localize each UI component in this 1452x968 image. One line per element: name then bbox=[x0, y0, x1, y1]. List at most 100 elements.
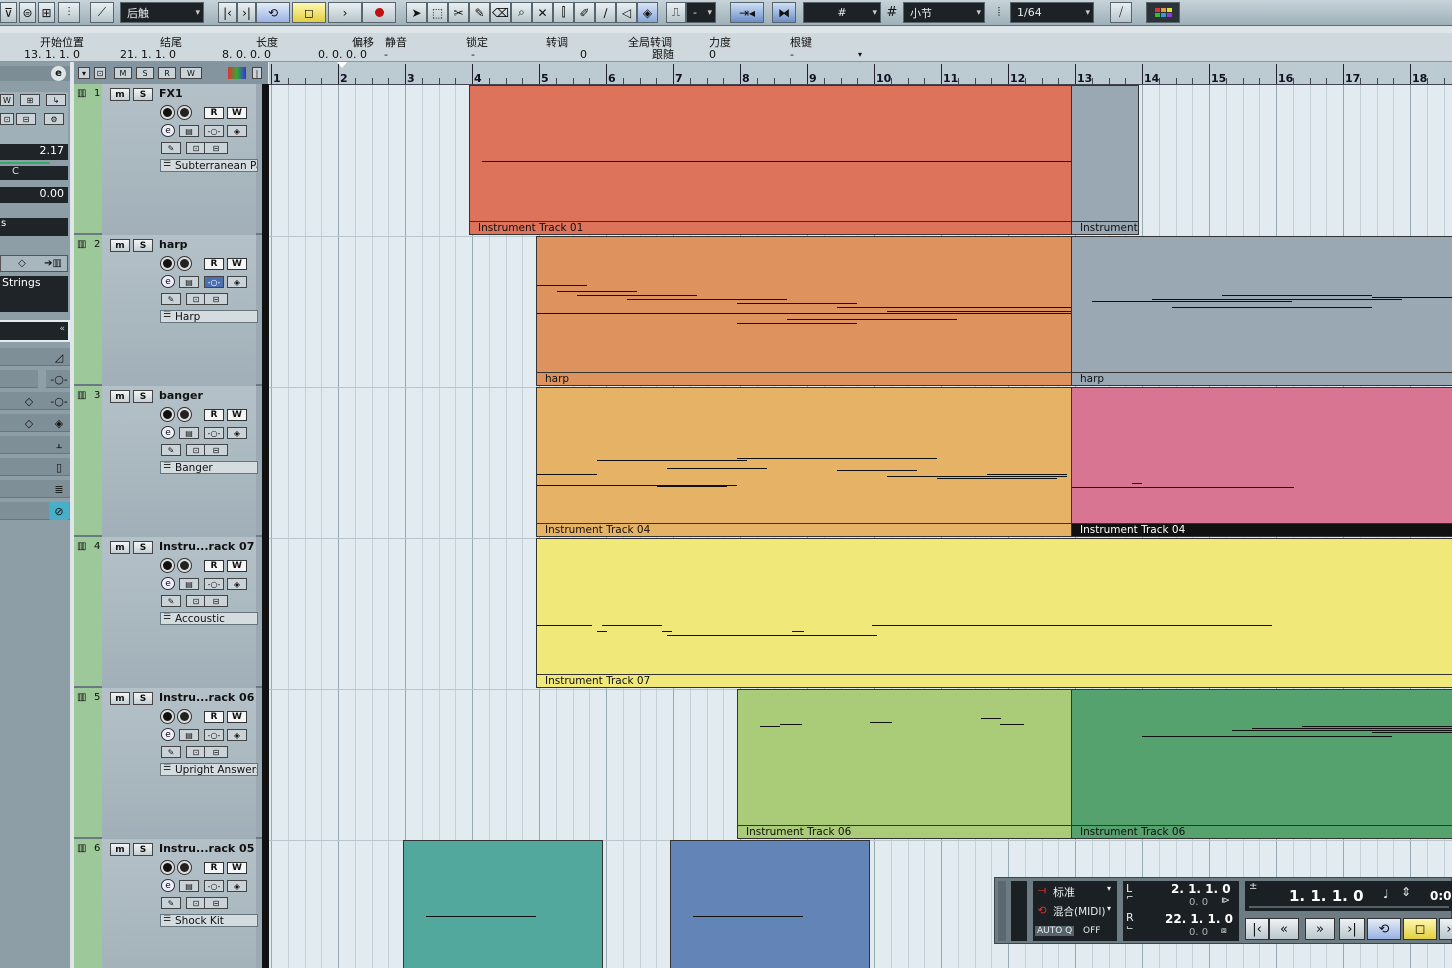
draw-tool-icon[interactable]: ✐ bbox=[574, 2, 595, 23]
left-locator-value[interactable]: 2. 1. 1. 0 bbox=[1171, 882, 1231, 896]
settings-icon[interactable]: ⚙ bbox=[44, 113, 64, 125]
color-palette-icon[interactable] bbox=[1146, 2, 1180, 23]
window-layout-icon[interactable]: ⊽ bbox=[0, 2, 17, 23]
midi-lanes-icon[interactable]: ▤ bbox=[179, 276, 199, 288]
lanes-toggle-icon[interactable]: ⊟ bbox=[204, 746, 228, 758]
transport-handle[interactable] bbox=[998, 881, 1006, 941]
line-tool-icon[interactable]: ∕ bbox=[595, 2, 616, 23]
position-value[interactable]: 1. 1. 1. 0 bbox=[1289, 887, 1364, 905]
glue-tool-icon[interactable]: ✎ bbox=[469, 2, 490, 23]
lock-icon[interactable]: ⊡ bbox=[0, 113, 14, 125]
pan-field[interactable]: C bbox=[0, 166, 68, 180]
write-button[interactable]: W bbox=[227, 409, 247, 421]
snap-toggle-icon[interactable]: ⇥◂ bbox=[730, 2, 764, 23]
read-button[interactable]: R bbox=[204, 862, 224, 874]
position-arrows-icon[interactable]: ⇕ bbox=[1401, 885, 1411, 899]
track-name[interactable]: Instru...rack 05 bbox=[159, 842, 254, 855]
position-plus-icon[interactable]: ± bbox=[1249, 881, 1257, 892]
lock-track-icon[interactable]: ⊡ bbox=[186, 444, 206, 456]
info-value-velocity[interactable]: 0 bbox=[709, 48, 716, 61]
track-row[interactable]: ▥ 1 m S FX1 R W e ▤ -○- ◈ ✎ ⊡ ⊟ Subterra… bbox=[74, 84, 264, 235]
punch-in-icon[interactable]: ⌐ bbox=[1126, 893, 1134, 903]
monitor-icon[interactable] bbox=[178, 710, 191, 723]
send-route-icon[interactable]: ◈ bbox=[227, 125, 247, 137]
midi-part[interactable] bbox=[403, 840, 603, 968]
info-value-follow[interactable]: 跟随 bbox=[652, 46, 674, 62]
instrument-field[interactable]: Shock Kit bbox=[160, 914, 258, 927]
write-button[interactable]: W bbox=[227, 560, 247, 572]
solo-button[interactable]: S bbox=[133, 239, 153, 252]
midi-part[interactable] bbox=[670, 840, 870, 968]
midi-part[interactable]: Instrument Track 06 bbox=[1071, 689, 1452, 839]
instrument-field[interactable]: Banger bbox=[160, 461, 258, 474]
lock-track-icon[interactable]: ⊡ bbox=[186, 142, 206, 154]
inspector-section-sends[interactable]: ◇ -○- bbox=[0, 392, 70, 410]
read-button[interactable]: R bbox=[204, 711, 224, 723]
solo-all-icon[interactable]: S bbox=[136, 67, 154, 79]
automation-mode-select[interactable]: 后触 bbox=[120, 2, 204, 23]
info-value-mute[interactable]: - bbox=[384, 48, 388, 61]
monitor-icon[interactable] bbox=[178, 559, 191, 572]
root-dropdown-icon[interactable]: ▾ bbox=[858, 50, 862, 59]
record-enable-icon[interactable] bbox=[161, 408, 174, 421]
send-route-icon[interactable]: ◈ bbox=[227, 880, 247, 892]
inspector-section-quick-controls[interactable]: ⊘ bbox=[0, 502, 70, 520]
insert-icon[interactable]: -○- bbox=[204, 729, 224, 741]
mute-all-icon[interactable]: M bbox=[114, 67, 132, 79]
right-locator-value[interactable]: 22. 1. 1. 0 bbox=[1165, 912, 1233, 926]
insert-icon[interactable]: -○- bbox=[204, 125, 224, 137]
lock-track-icon[interactable]: ⊡ bbox=[186, 897, 206, 909]
lanes-toggle-icon[interactable]: ⊟ bbox=[204, 444, 228, 456]
grid-type-select[interactable]: 小节 bbox=[903, 2, 985, 23]
record-enable-icon[interactable] bbox=[161, 710, 174, 723]
solo-button[interactable]: S bbox=[133, 843, 153, 856]
solo-button[interactable]: S bbox=[133, 390, 153, 403]
monitor-icon[interactable] bbox=[178, 861, 191, 874]
route-icon[interactable]: ➔▥ bbox=[39, 257, 67, 270]
midi-part[interactable]: Instrument Track 04 bbox=[536, 387, 1072, 537]
edit-instrument-icon[interactable]: e bbox=[161, 124, 175, 137]
record-dropdown-icon[interactable]: ▾ bbox=[1107, 904, 1111, 913]
lock-track-icon[interactable]: ⊡ bbox=[186, 746, 206, 758]
write-button[interactable]: W bbox=[227, 862, 247, 874]
timewarp-tool-icon[interactable]: ⫿ bbox=[553, 2, 574, 23]
record-mode[interactable]: 混合(MIDI) bbox=[1053, 904, 1106, 919]
track-row[interactable]: ▥ 6 m S Instru...rack 05 R W e ▤ -○- ◈ ✎… bbox=[74, 839, 264, 968]
info-value-offset[interactable]: 0. 0. 0. 0 bbox=[318, 48, 367, 61]
mute-button[interactable]: m bbox=[110, 88, 130, 101]
ruler[interactable]: 1 2 3 4 5 6 7 8 9 10 11 12 13 14 15 16 17 18 bbox=[269, 62, 1452, 85]
inspector-section-channel[interactable]: ◇ ◈ bbox=[0, 414, 70, 432]
track-row[interactable]: ▥ 5 m S Instru...rack 06 R W e ▤ -○- ◈ ✎… bbox=[74, 688, 264, 839]
midi-part[interactable]: Instrument T bbox=[1071, 85, 1139, 235]
instrument-field[interactable]: Upright Answers bbox=[160, 763, 258, 776]
track-row[interactable]: ▥ 3 m S banger R W e ▤ -○- ◈ ✎ ⊡ ⊟ Bange… bbox=[74, 386, 264, 537]
inspector-section-meter[interactable]: ▯ bbox=[0, 458, 70, 476]
send-route-icon[interactable]: ◈ bbox=[227, 578, 247, 590]
midi-part[interactable]: Instrument Track 01 bbox=[469, 85, 1072, 235]
info-value-transpose[interactable]: 0 bbox=[580, 48, 587, 61]
play-icon[interactable]: › bbox=[328, 2, 362, 23]
sync-dropdown-icon[interactable]: ▾ bbox=[1107, 884, 1111, 893]
info-value-lock[interactable]: - bbox=[471, 48, 475, 61]
transport-play[interactable]: › bbox=[1439, 918, 1452, 940]
inspector-section-notepad[interactable]: ⫠ bbox=[0, 436, 70, 454]
mixer-sliders-icon[interactable]: ⫶ bbox=[58, 2, 80, 23]
erase-tool-icon[interactable]: ⌫ bbox=[490, 2, 511, 23]
info-value-end[interactable]: 21. 1. 1. 0 bbox=[120, 48, 176, 61]
midi-lanes-icon[interactable]: ▤ bbox=[179, 578, 199, 590]
insert-icon[interactable]: -○- bbox=[204, 880, 224, 892]
stop-icon[interactable]: ◻ bbox=[292, 2, 326, 23]
mute-button[interactable]: m bbox=[110, 692, 130, 705]
left-timebase-icon[interactable]: ⧐ bbox=[1221, 896, 1230, 906]
track-row[interactable]: ▥ 2 m S harp R W e ▤ -○- ◈ ✎ ⊡ ⊟ Harp bbox=[74, 235, 264, 386]
write-icon[interactable]: W bbox=[0, 94, 14, 106]
time-display[interactable]: 0:00 bbox=[1430, 889, 1452, 903]
link-icon[interactable]: ↳ bbox=[46, 94, 66, 106]
midi-lanes-icon[interactable]: ▤ bbox=[179, 880, 199, 892]
inspector-toggle-icon[interactable]: ⊜ bbox=[19, 2, 36, 23]
draw-pencil-icon[interactable]: ✎ bbox=[161, 897, 181, 909]
midi-part[interactable]: harp bbox=[1071, 236, 1452, 386]
patch-field[interactable]: « bbox=[0, 320, 70, 342]
overview-toggle-icon[interactable]: ⊞ bbox=[38, 2, 55, 23]
autoscroll-icon[interactable]: ⎍ bbox=[666, 2, 686, 23]
